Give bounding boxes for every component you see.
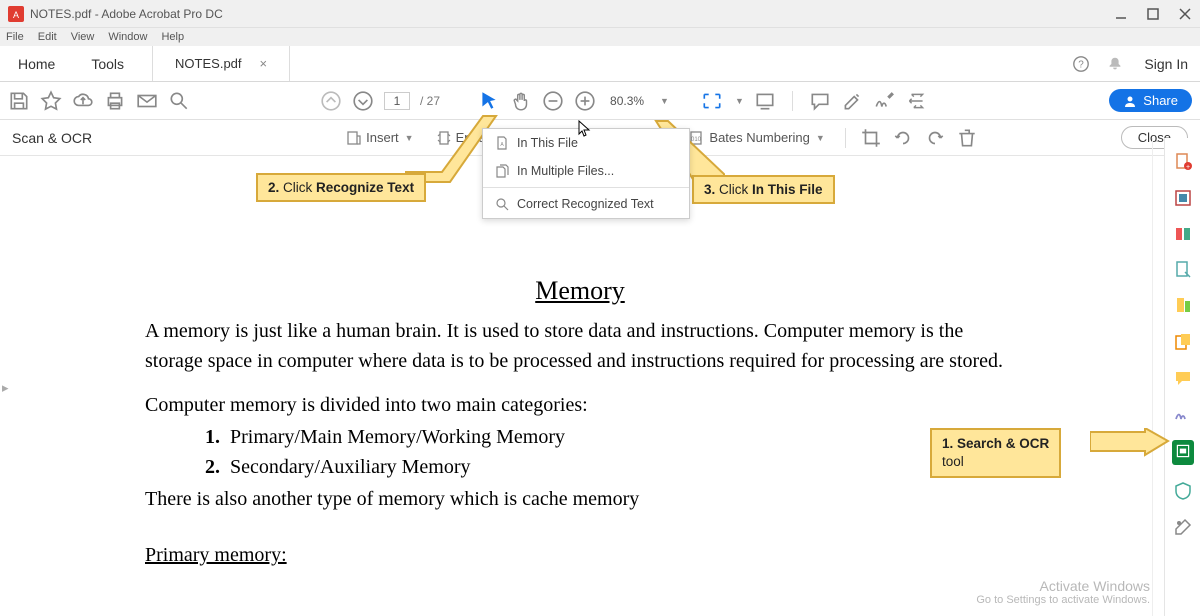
- maximize-icon[interactable]: [1146, 7, 1160, 21]
- hand-icon[interactable]: [510, 90, 532, 112]
- file-icon: A: [495, 136, 509, 150]
- page-total: / 27: [420, 94, 440, 108]
- signin-link[interactable]: Sign In: [1144, 56, 1188, 72]
- sign-icon[interactable]: [873, 90, 895, 112]
- tab-tools[interactable]: Tools: [73, 46, 142, 81]
- more-tools-icon[interactable]: [1173, 517, 1193, 537]
- dd-multiple-files[interactable]: In Multiple Files...: [483, 157, 689, 185]
- menu-window[interactable]: Window: [108, 31, 147, 43]
- insert-icon: [346, 130, 362, 146]
- dd-correct-text[interactable]: Correct Recognized Text: [483, 190, 689, 218]
- menu-view[interactable]: View: [71, 31, 95, 43]
- svg-text:A: A: [500, 142, 504, 148]
- close-window-icon[interactable]: [1178, 7, 1192, 21]
- export-pdf-icon[interactable]: [1173, 224, 1193, 244]
- callout-3: 3. Click In This File: [692, 175, 835, 204]
- highlight-icon[interactable]: [841, 90, 863, 112]
- tab-file[interactable]: NOTES.pdf ×: [152, 46, 290, 81]
- files-icon: [495, 164, 509, 178]
- share-person-icon: [1123, 94, 1137, 108]
- page-down-icon[interactable]: [352, 90, 374, 112]
- svg-text:A: A: [13, 10, 19, 20]
- fit-width-icon[interactable]: [701, 90, 723, 112]
- tab-home[interactable]: Home: [0, 46, 73, 81]
- windows-activation-watermark: Activate Windows Go to Settings to activ…: [976, 578, 1150, 606]
- fill-sign-icon[interactable]: [1173, 404, 1193, 424]
- window-title: NOTES.pdf - Adobe Acrobat Pro DC: [30, 7, 1114, 21]
- doc-paragraph-3: There is also another type of memory whi…: [145, 484, 1015, 514]
- vertical-scrollbar[interactable]: ˆ: [1152, 138, 1164, 616]
- crop-icon[interactable]: [860, 127, 882, 149]
- scroll-up-icon[interactable]: ˆ: [1155, 140, 1158, 151]
- pdf-app-icon: A: [8, 6, 24, 22]
- pages-icon[interactable]: [1173, 296, 1193, 316]
- pointer-icon[interactable]: [478, 90, 500, 112]
- tab-file-label: NOTES.pdf: [175, 56, 241, 71]
- comment-icon[interactable]: [809, 90, 831, 112]
- menu-edit[interactable]: Edit: [38, 31, 57, 43]
- menu-help[interactable]: Help: [161, 31, 184, 43]
- page-up-icon[interactable]: [320, 90, 342, 112]
- scan-ocr-tool-active[interactable]: [1172, 440, 1194, 465]
- callout-2: 2. Click Recognize Text: [256, 173, 426, 202]
- left-panel-toggle[interactable]: ▸: [2, 380, 9, 396]
- zoom-value[interactable]: 80.3%: [606, 94, 648, 108]
- doc-heading: Memory: [145, 276, 1015, 306]
- share-button[interactable]: Share: [1109, 89, 1192, 112]
- callout-1: 1. Search & OCRtool: [930, 428, 1061, 478]
- doc-subheading: Primary memory:: [145, 544, 1015, 567]
- read-mode-icon[interactable]: [754, 90, 776, 112]
- protect-icon[interactable]: [1173, 481, 1193, 501]
- trash-icon[interactable]: [956, 127, 978, 149]
- main-toolbar: 1 / 27 80.3% ▼ ▼ Share: [0, 82, 1200, 120]
- organize-icon[interactable]: [1173, 260, 1193, 280]
- cursor-icon: [578, 120, 592, 138]
- magnify-icon: [495, 197, 509, 211]
- tab-close-icon[interactable]: ×: [260, 56, 268, 71]
- page-number-input[interactable]: 1: [384, 92, 410, 110]
- document-viewport[interactable]: Memory A memory is just like a human bra…: [0, 156, 1160, 616]
- help-icon[interactable]: ?: [1072, 55, 1090, 73]
- mail-icon[interactable]: [136, 90, 158, 112]
- svg-text:?: ?: [1079, 59, 1085, 70]
- zoom-out-icon[interactable]: [542, 90, 564, 112]
- combine-icon[interactable]: [1173, 332, 1193, 352]
- fit-caret-icon[interactable]: ▼: [735, 96, 744, 106]
- callout-1-arrow: [1090, 428, 1170, 458]
- doc-paragraph-1: A memory is just like a human brain. It …: [145, 316, 1015, 376]
- save-icon[interactable]: [8, 90, 30, 112]
- menu-file[interactable]: File: [6, 31, 24, 43]
- doc-list: 1. Primary/Main Memory/Working Memory 2.…: [205, 422, 1015, 482]
- rotate-ccw-icon[interactable]: [892, 127, 914, 149]
- create-pdf-icon[interactable]: +: [1173, 152, 1193, 172]
- edit-pdf-icon[interactable]: [1173, 188, 1193, 208]
- recognize-text-dropdown: A In This File In Multiple Files... Corr…: [482, 128, 690, 219]
- scan-ocr-label: Scan & OCR: [12, 130, 92, 146]
- menubar: File Edit View Window Help: [0, 28, 1200, 46]
- print-icon[interactable]: [104, 90, 126, 112]
- zoom-in-icon[interactable]: [574, 90, 596, 112]
- share-label: Share: [1143, 93, 1178, 108]
- comment-tool-icon[interactable]: [1173, 368, 1193, 388]
- rotate-cw-icon[interactable]: [924, 127, 946, 149]
- cloud-icon[interactable]: [72, 90, 94, 112]
- minimize-icon[interactable]: [1114, 7, 1128, 21]
- svg-text:+: +: [1185, 164, 1189, 171]
- star-icon[interactable]: [40, 90, 62, 112]
- doc-paragraph-2: Computer memory is divided into two main…: [145, 390, 1015, 420]
- search-icon[interactable]: [168, 90, 190, 112]
- right-tool-rail: +: [1164, 138, 1200, 616]
- bell-icon[interactable]: [1106, 55, 1124, 73]
- more-icon[interactable]: [905, 90, 927, 112]
- zoom-caret-icon[interactable]: ▼: [660, 96, 669, 106]
- scan-ocr-icon: [1175, 443, 1191, 459]
